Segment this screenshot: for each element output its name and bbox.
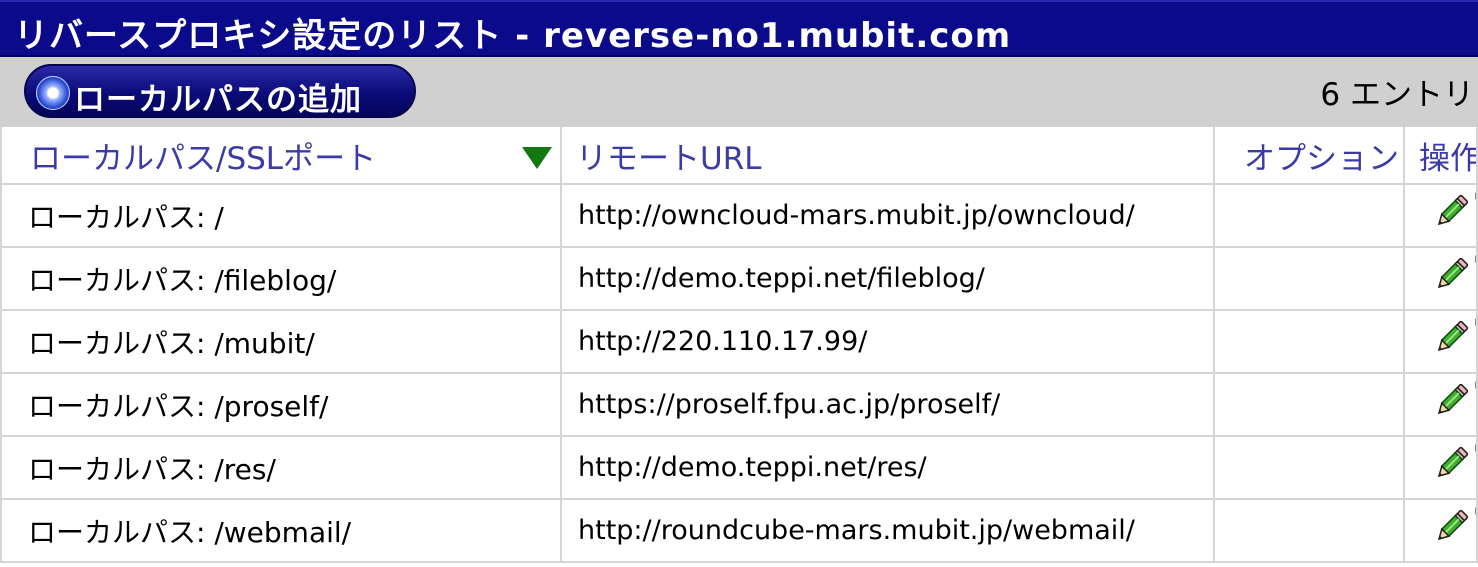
table-row: ローカルパス: /webmail/ http://roundcube-mars.… [0,498,1478,563]
operations-cell [1403,435,1478,500]
table-row: ローカルパス: /mubit/ http://220.110.17.99/ [0,309,1478,374]
sort-descending-icon[interactable] [522,147,552,169]
local-path-cell: ローカルパス: / [0,183,562,248]
local-path-cell: ローカルパス: /proself/ [0,372,562,437]
options-cell [1213,183,1405,248]
column-header-options[interactable]: オプション [1213,127,1405,185]
trash-icon[interactable] [1475,251,1477,306]
pencil-icon[interactable] [1431,381,1471,428]
table-row: ローカルパス: /fileblog/ http://demo.teppi.net… [0,246,1478,311]
pencil-icon[interactable] [1431,192,1471,239]
table-row: ローカルパス: /res/ http://demo.teppi.net/res/ [0,435,1478,500]
trash-icon[interactable] [1475,503,1477,558]
table-row: ローカルパス: /proself/ https://proself.fpu.ac… [0,372,1478,437]
trash-icon[interactable] [1475,377,1477,432]
pencil-icon[interactable] [1431,318,1471,365]
remote-url-cell: https://proself.fpu.ac.jp/proself/ [560,372,1215,437]
column-header-local-path[interactable]: ローカルパス/SSLポート [0,127,562,185]
local-path-cell: ローカルパス: /fileblog/ [0,246,562,311]
table-row: ローカルパス: / http://owncloud-mars.mubit.jp/… [0,183,1478,248]
column-header-local-path-label: ローカルパス/SSLポート [30,140,377,177]
reverse-proxy-table: ローカルパス/SSLポート リモートURL オプション 操作 ローカルパス: /… [0,127,1478,563]
operations-cell [1403,246,1478,311]
pencil-icon[interactable] [1431,255,1471,302]
trash-icon[interactable] [1475,440,1477,495]
bullet-icon [36,76,70,110]
trash-icon[interactable] [1475,188,1477,243]
local-path-cell: ローカルパス: /mubit/ [0,309,562,374]
pencil-icon[interactable] [1431,507,1471,554]
options-cell [1213,435,1405,500]
operations-cell [1403,309,1478,374]
remote-url-cell: http://demo.teppi.net/res/ [560,435,1215,500]
page-title: リバースプロキシ設定のリスト - reverse-no1.mubit.com [14,16,1012,56]
local-path-cell: ローカルパス: /webmail/ [0,498,562,563]
trash-icon[interactable] [1475,314,1477,369]
add-local-path-button[interactable]: ローカルパスの追加 [24,64,416,118]
options-cell [1213,372,1405,437]
entry-count: 6 エントリ [1320,77,1474,113]
column-header-remote-url[interactable]: リモートURL [560,127,1215,185]
column-header-operations-label: 操作 [1419,140,1477,177]
column-header-options-label: オプション [1244,140,1399,177]
column-header-operations: 操作 [1403,127,1478,185]
remote-url-cell: http://220.110.17.99/ [560,309,1215,374]
operations-cell [1403,372,1478,437]
pencil-icon[interactable] [1431,444,1471,491]
operations-cell [1403,183,1478,248]
operations-cell [1403,498,1478,563]
options-cell [1213,309,1405,374]
remote-url-cell: http://roundcube-mars.mubit.jp/webmail/ [560,498,1215,563]
toolbar: ローカルパスの追加 6 エントリ [0,57,1478,127]
options-cell [1213,246,1405,311]
remote-url-cell: http://demo.teppi.net/fileblog/ [560,246,1215,311]
add-local-path-label: ローカルパスの追加 [74,82,362,118]
table-header-row: ローカルパス/SSLポート リモートURL オプション 操作 [0,127,1478,185]
title-bar: リバースプロキシ設定のリスト - reverse-no1.mubit.com [0,0,1478,57]
remote-url-cell: http://owncloud-mars.mubit.jp/owncloud/ [560,183,1215,248]
local-path-cell: ローカルパス: /res/ [0,435,562,500]
options-cell [1213,498,1405,563]
column-header-remote-url-label: リモートURL [576,140,762,177]
